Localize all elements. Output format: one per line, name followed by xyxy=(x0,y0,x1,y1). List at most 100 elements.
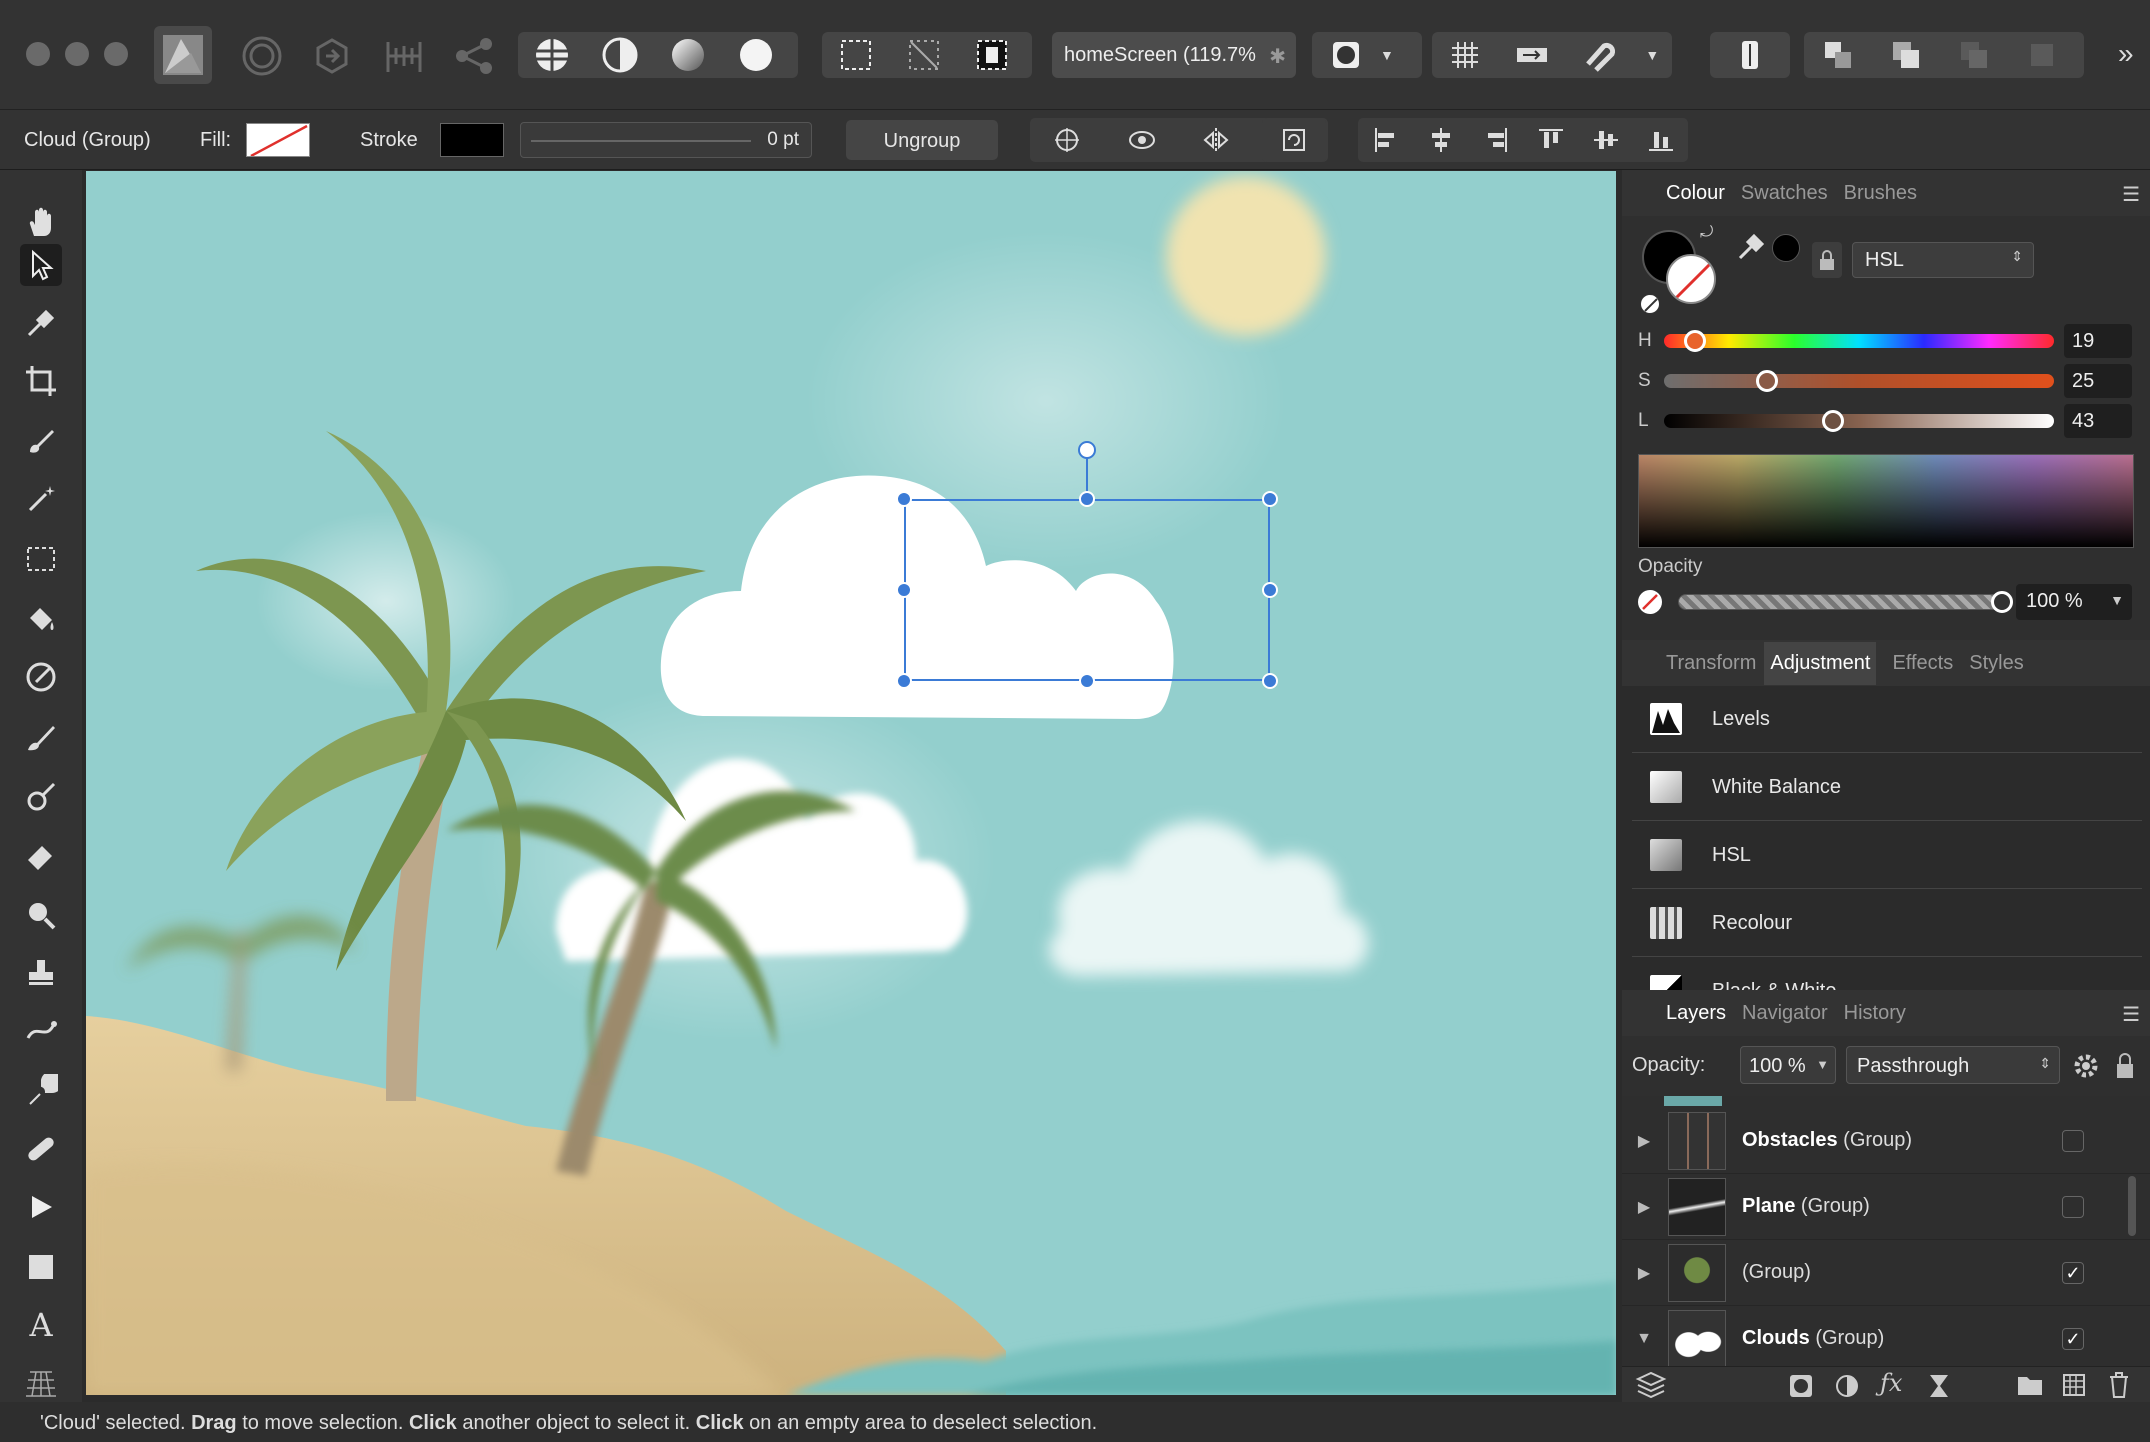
selection-bounding-box[interactable] xyxy=(904,499,1270,681)
rectangle-tool-icon[interactable] xyxy=(20,1246,62,1288)
layer-lock-icon[interactable] xyxy=(2114,1052,2136,1085)
brush-tool-icon[interactable] xyxy=(20,420,62,462)
layer-stack-icon[interactable] xyxy=(1634,1371,1668,1399)
tab-swatches[interactable]: Swatches xyxy=(1741,182,1828,205)
hue-value[interactable]: 19 xyxy=(2064,324,2132,358)
healing-tool-icon[interactable] xyxy=(20,1128,62,1170)
text-assistant-button[interactable] xyxy=(1710,32,1790,78)
lightness-slider[interactable] xyxy=(1664,410,2054,432)
select-slice-icon[interactable] xyxy=(890,32,958,78)
resize-handle-right[interactable] xyxy=(1262,582,1278,598)
layer-visibility-checkbox[interactable] xyxy=(2062,1195,2084,1218)
tab-brushes[interactable]: Brushes xyxy=(1844,182,1917,205)
adjustment-item-levels[interactable]: Levels xyxy=(1632,686,2142,753)
fill-colour-well[interactable] xyxy=(1666,254,1716,304)
burn-tool-icon[interactable] xyxy=(20,1070,62,1112)
paint-brush-tool-icon[interactable] xyxy=(20,716,62,758)
layer-row-clouds[interactable]: ▼ Clouds (Group) ✓ xyxy=(1622,1306,2150,1366)
share-icon[interactable] xyxy=(452,34,496,83)
layer-row-plane[interactable]: ▶ Plane (Group) xyxy=(1622,1174,2150,1240)
rotate-button[interactable] xyxy=(1262,118,1326,162)
opacity-slider-knob[interactable] xyxy=(1991,591,2013,613)
add-pixel-layer-icon[interactable] xyxy=(2062,1373,2086,1397)
panel-menu-icon[interactable]: ☰ xyxy=(2122,182,2140,207)
designer-persona-icon[interactable] xyxy=(154,26,212,84)
stroke-swatch[interactable] xyxy=(440,123,504,157)
mask-dropdown[interactable]: ▼ xyxy=(1312,32,1422,78)
saturation-slider-knob[interactable] xyxy=(1756,370,1778,392)
resize-handle-top-right[interactable] xyxy=(1262,491,1278,507)
layer-row-palm-group[interactable]: ▶ (Group) ✓ xyxy=(1622,1240,2150,1306)
clone-stamp-tool-icon[interactable] xyxy=(20,952,62,994)
transform-origin-icon[interactable] xyxy=(1052,125,1082,155)
layers-scrollbar[interactable] xyxy=(2128,1176,2136,1236)
colour-model-select[interactable]: HSL ⇕ xyxy=(1852,242,2034,278)
marquee-select-icon[interactable] xyxy=(822,32,890,78)
move-to-front-icon[interactable] xyxy=(2008,32,2076,78)
grid-icon[interactable] xyxy=(1432,32,1499,78)
fx-icon[interactable]: ƒx xyxy=(1880,1369,1902,1397)
ungroup-button[interactable]: Ungroup xyxy=(846,120,998,160)
layer-visibility-checkbox[interactable]: ✓ xyxy=(2062,1261,2084,1284)
window-zoom-button[interactable] xyxy=(104,42,128,66)
color-picker-tool-icon[interactable] xyxy=(20,302,62,344)
lightness-slider-knob[interactable] xyxy=(1822,410,1845,432)
perspective-grid-tool-icon[interactable] xyxy=(20,1362,62,1404)
tab-history[interactable]: History xyxy=(1844,1002,1906,1025)
vector-view-icon[interactable] xyxy=(518,32,586,78)
view-tool-hand-icon[interactable] xyxy=(20,202,62,244)
collapse-arrow-icon[interactable]: ▼ xyxy=(1626,1330,1662,1348)
colour-picker-icon[interactable] xyxy=(1734,230,1768,269)
fill-stroke-selector[interactable]: ⤾ xyxy=(1640,224,1722,314)
stroke-width-slider[interactable]: 0 pt xyxy=(520,122,812,158)
no-opacity-icon[interactable] xyxy=(1638,590,1662,614)
rectangular-marquee-tool-icon[interactable] xyxy=(20,538,62,580)
snapping-chevron-down-icon[interactable]: ▼ xyxy=(1633,47,1672,63)
lightness-value[interactable]: 43 xyxy=(2064,404,2132,438)
tab-transform[interactable]: Transform xyxy=(1666,652,1756,675)
blend-mode-select[interactable]: Passthrough ⇕ xyxy=(1846,1046,2060,1084)
adjustment-item-hsl[interactable]: HSL xyxy=(1632,822,2142,889)
smudge-brush-tool-icon[interactable] xyxy=(20,776,62,818)
pixel-persona-icon[interactable] xyxy=(240,34,284,83)
resize-handle-top-left[interactable] xyxy=(896,491,912,507)
add-mask-icon[interactable] xyxy=(1788,1373,1814,1399)
eraser-tool-icon[interactable] xyxy=(20,834,62,876)
show-hide-icon[interactable] xyxy=(1127,125,1157,155)
align-right-icon[interactable] xyxy=(1481,125,1511,155)
live-filter-icon[interactable] xyxy=(1926,1373,1952,1399)
layers-panel-menu-icon[interactable]: ☰ xyxy=(2122,1002,2140,1027)
picked-colour-swatch[interactable] xyxy=(1772,234,1800,262)
tab-adjustment[interactable]: Adjustment xyxy=(1764,641,1877,685)
add-group-folder-icon[interactable] xyxy=(2016,1373,2044,1397)
tab-layers[interactable]: Layers xyxy=(1666,1002,1726,1025)
document-tab-close-icon[interactable]: ✱ xyxy=(1269,44,1286,69)
swap-colours-icon[interactable]: ⤾ xyxy=(1700,224,1713,242)
layer-opacity-field[interactable]: 100 % ▼ xyxy=(1740,1046,1836,1084)
ruler-icon[interactable] xyxy=(382,34,426,83)
rotation-handle[interactable] xyxy=(1078,441,1096,459)
gradient-sphere-icon[interactable] xyxy=(654,32,722,78)
adjustment-item-black-white[interactable]: Black & White xyxy=(1632,958,2142,990)
move-to-back-icon[interactable] xyxy=(1804,32,1872,78)
expand-arrow-icon[interactable]: ▶ xyxy=(1626,1197,1662,1217)
move-back-one-icon[interactable] xyxy=(1872,32,1940,78)
text-tool-icon[interactable]: A xyxy=(20,1304,62,1346)
opacity-field[interactable]: 100 % ▼ xyxy=(2016,584,2132,620)
white-sphere-icon[interactable] xyxy=(722,32,790,78)
layer-settings-gear-icon[interactable] xyxy=(2072,1052,2100,1085)
node-tool-icon[interactable] xyxy=(20,1186,62,1228)
align-center-icon[interactable] xyxy=(1426,125,1456,155)
snapping-magnet-icon[interactable] xyxy=(1566,32,1633,78)
layer-visibility-checkbox[interactable]: ✓ xyxy=(2062,1327,2084,1350)
colour-spectrum[interactable] xyxy=(1638,454,2134,548)
window-minimize-button[interactable] xyxy=(65,42,89,66)
lock-icon[interactable] xyxy=(1812,242,1842,278)
hue-slider-knob[interactable] xyxy=(1683,330,1706,352)
opacity-slider[interactable] xyxy=(1678,591,2013,613)
layer-visibility-checkbox[interactable] xyxy=(2062,1129,2084,1152)
expand-arrow-icon[interactable]: ▶ xyxy=(1626,1263,1662,1283)
resize-handle-bottom-left[interactable] xyxy=(896,673,912,689)
crop-tool-icon[interactable] xyxy=(20,360,62,402)
opacity-chevron-down-icon[interactable]: ▼ xyxy=(2110,592,2124,608)
